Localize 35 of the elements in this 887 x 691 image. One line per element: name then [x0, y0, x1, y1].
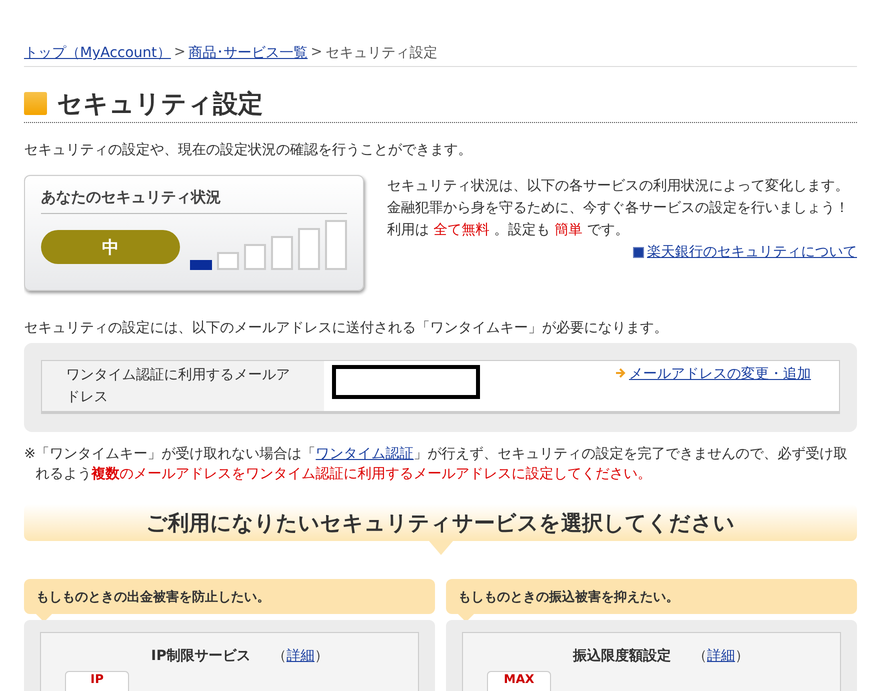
- service-icon: MAX: [487, 671, 551, 691]
- group-heading-text: もしものときの振込被害を抑えたい。: [458, 588, 679, 606]
- window-icon: [633, 246, 644, 258]
- service-name: IP制限サービス: [151, 648, 250, 664]
- service-name: 振込限度額設定: [573, 648, 671, 664]
- paren: （: [693, 648, 707, 664]
- square-icon: [24, 92, 47, 115]
- warning-text: 「ワンタイムキー」が受け取れない場合は「ワンタイム認証」が行えず、セキュリティの設定を完了できませんので、必ず受け取れるよう 複数のメールアドレスをワンタイム認証に利用するメールアドレスに設定してください。: [36, 445, 849, 484]
- paren: ）: [314, 648, 328, 664]
- group-heading-text: もしものときの出金被害を防止したい。: [36, 588, 270, 606]
- email-note: セキュリティの設定には、以下のメールアドレスに送付される「ワンタイムキー」が必要になります。: [24, 319, 669, 337]
- service-icon: IP: [65, 671, 129, 691]
- status-text: 金融犯罪から身を守るために、今すぐ各サービスの設定を行いましょう！: [387, 199, 850, 218]
- card-title: あなたのセキュリティ状況: [41, 188, 347, 214]
- status-text: セキュリティ状況は、以下の各サービスの利用状況によって変化します。: [387, 177, 850, 196]
- intro-text: セキュリティの設定や、現在の設定状況の確認を行うことができます。: [24, 141, 473, 159]
- breadcrumb-link[interactable]: 商品･サービス一覧: [188, 44, 308, 62]
- security-info-link[interactable]: 楽天銀行のセキュリティについて: [647, 241, 857, 263]
- one-time-auth-link[interactable]: ワンタイム認証: [316, 446, 414, 462]
- paren: ）: [735, 648, 749, 664]
- breadcrumb-link[interactable]: トップ（MyAccount）: [24, 44, 171, 62]
- detail-link[interactable]: 詳細: [707, 648, 735, 664]
- pointer-triangle: [428, 541, 452, 555]
- detail-link[interactable]: 詳細: [286, 648, 314, 664]
- email-label: ワンタイム認証に利用するメールアドレス: [42, 361, 324, 411]
- paren: （: [272, 648, 286, 664]
- page-title: セキュリティ設定: [57, 88, 263, 120]
- breadcrumb-separator: >: [174, 44, 186, 62]
- banner-text: ご利用になりたいセキュリティサービスを選択してください: [146, 510, 735, 536]
- breadcrumb-separator: >: [310, 44, 322, 62]
- status-text: 利用は 全て無料 。設定も 簡単 です。: [387, 221, 630, 240]
- change-email-link[interactable]: メールアドレスの変更・追加: [629, 365, 811, 383]
- note-mark: ※: [24, 445, 36, 464]
- breadcrumb-current: セキュリティ設定: [325, 44, 438, 62]
- rating-pill: 中: [41, 230, 180, 264]
